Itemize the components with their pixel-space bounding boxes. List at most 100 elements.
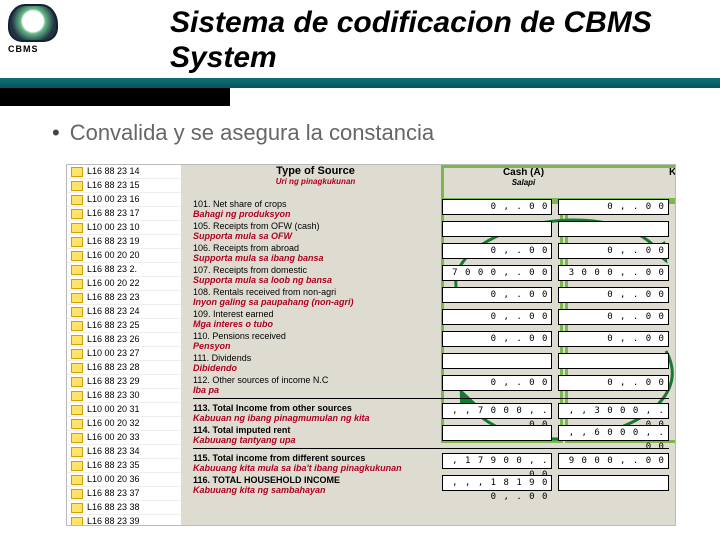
cash-input[interactable] <box>442 221 553 237</box>
kind-input[interactable]: 9 0 0 0 , . 0 0 <box>558 453 669 469</box>
file-icon <box>71 307 83 317</box>
file-list-item[interactable]: L16 88 23 30 <box>67 389 181 403</box>
file-id: L10 00 23 10 <box>87 223 140 232</box>
file-list-item[interactable]: L16 88 23 26 <box>67 333 181 347</box>
cash-input[interactable]: 0 , . 0 0 <box>442 287 553 303</box>
income-form: Type of Source Uri ng pinagkukunan Cash … <box>181 165 675 525</box>
cash-input[interactable]: 0 , . 0 0 <box>442 243 553 259</box>
income-row: 105. Receipts from OFW (cash)Supporta mu… <box>193 221 669 241</box>
kind-input[interactable] <box>558 221 669 237</box>
income-row: 107. Receipts from domesticSupporta mula… <box>193 265 669 285</box>
file-icon <box>71 377 83 387</box>
file-list-panel: L16 88 23 14 L16 88 23 15 L10 00 23 16 L16 … <box>67 165 182 525</box>
kind-input[interactable] <box>558 353 669 369</box>
file-icon <box>71 251 83 261</box>
cbms-logo: CBMS <box>8 4 56 60</box>
cash-input[interactable]: , , , 1 8 1 9 0 0 , . 0 0 <box>442 475 553 491</box>
kind-input[interactable]: , , 3 0 0 0 , . 0 0 <box>558 403 669 419</box>
file-list-item[interactable]: L16 88 23 29 <box>67 375 181 389</box>
header-black-bar <box>0 88 230 106</box>
kind-input[interactable]: 0 , . 0 0 <box>558 287 669 303</box>
file-id: L16 88 23 17 <box>87 209 140 218</box>
cash-input[interactable]: 0 , . 0 0 <box>442 199 553 215</box>
file-list-item[interactable]: L16 88 23 37 <box>67 487 181 501</box>
file-id: L16 88 23 38 <box>87 503 140 512</box>
row-label-tl: Kabuuang tantyang upa <box>193 435 436 445</box>
income-row: 115. Total income from different sources… <box>193 453 669 473</box>
file-id: L16 88 23 14 <box>87 167 140 176</box>
file-id: L10 00 23 16 <box>87 195 140 204</box>
cash-input[interactable]: 0 , . 0 0 <box>442 331 553 347</box>
row-label-tl: Pensyon <box>193 341 436 351</box>
income-row: 116. TOTAL HOUSEHOLD INCOMEKabuuang kita… <box>193 475 669 495</box>
cash-input[interactable]: 0 , . 0 0 <box>442 375 553 391</box>
income-row: 112. Other sources of income N.CIba pa0 … <box>193 375 669 395</box>
file-list-item[interactable]: L16 88 23 34 <box>67 445 181 459</box>
file-icon <box>71 335 83 345</box>
kind-input[interactable]: , , 6 0 0 0 , . 0 0 <box>558 425 669 441</box>
row-label-en: 105. Receipts from OFW (cash) <box>193 221 320 231</box>
file-id: L16 88 23 25 <box>87 321 140 330</box>
income-row: 110. Pensions receivedPensyon 0 , . 0 0 0 … <box>193 331 669 351</box>
file-list-item[interactable]: L16 88 23 25 <box>67 319 181 333</box>
file-list-item[interactable]: L10 00 23 10 <box>67 221 181 235</box>
file-list-item[interactable]: L16 00 20 33 <box>67 431 181 445</box>
file-list-item[interactable]: L16 88 23 19 <box>67 235 181 249</box>
kind-input[interactable]: 0 , . 0 0 <box>558 375 669 391</box>
file-icon <box>71 461 83 471</box>
row-label-en: 112. Other sources of income N.C <box>193 375 328 385</box>
kind-input[interactable]: 0 , . 0 0 <box>558 243 669 259</box>
kind-input[interactable]: 0 , . 0 0 <box>558 331 669 347</box>
income-row: 101. Net share of cropsBahagi ng produks… <box>193 199 669 219</box>
file-icon <box>71 419 83 429</box>
file-list-item[interactable]: L16 88 23 28 <box>67 361 181 375</box>
cash-input[interactable]: 0 , . 0 0 <box>442 309 553 325</box>
type-of-source-heading: Type of Source <box>193 165 438 177</box>
file-id: L10 00 20 31 <box>87 405 140 414</box>
file-id: L16 00 20 20 <box>87 251 140 260</box>
cash-input[interactable]: 7 0 0 0 , . 0 0 <box>442 265 553 281</box>
row-label-tl: Inyon galing sa paupahang (non-agri) <box>193 297 436 307</box>
file-list-item[interactable]: L16 88 23 2. <box>67 263 181 277</box>
cash-input[interactable]: , , 7 0 0 0 , . 0 0 <box>442 403 553 419</box>
file-list-item[interactable]: L16 88 23 38 <box>67 501 181 515</box>
kind-input[interactable]: 3 0 0 0 , . 0 0 <box>558 265 669 281</box>
kind-input[interactable]: 0 , . 0 0 <box>558 199 669 215</box>
file-list-item[interactable]: L10 00 23 27 <box>67 347 181 361</box>
cash-input[interactable]: , 1 7 9 0 0 , . 0 0 <box>442 453 553 469</box>
income-row: 106. Receipts from abroadSupporta mula s… <box>193 243 669 263</box>
file-list-item[interactable]: L10 00 20 31 <box>67 403 181 417</box>
cash-input[interactable] <box>442 353 553 369</box>
row-label-tl: Mga interes o tubo <box>193 319 436 329</box>
file-list-item[interactable]: L16 88 23 14 <box>67 165 181 179</box>
file-id: L10 00 23 27 <box>87 349 140 358</box>
file-id: L16 88 23 35 <box>87 461 140 470</box>
file-id: L16 00 20 33 <box>87 433 140 442</box>
cash-input[interactable] <box>442 425 553 441</box>
type-of-source-sub: Uri ng pinagkukunan <box>193 177 438 186</box>
file-list-item[interactable]: L16 00 20 22 <box>67 277 181 291</box>
row-label-tl: Dibidendo <box>193 363 436 373</box>
file-list-item[interactable]: L16 88 23 24 <box>67 305 181 319</box>
kind-input[interactable] <box>558 475 669 491</box>
file-list-item[interactable]: L16 88 23 17 <box>67 207 181 221</box>
bullet-text: •Convalida y se asegura la constancia <box>52 120 434 146</box>
file-id: L16 88 23 28 <box>87 363 140 372</box>
file-list-item[interactable]: L16 00 20 20 <box>67 249 181 263</box>
kind-input[interactable]: 0 , . 0 0 <box>558 309 669 325</box>
row-label-en: 107. Receipts from domestic <box>193 265 307 275</box>
file-list-item[interactable]: L16 88 23 39 <box>67 515 181 526</box>
income-row: 114. Total imputed rentKabuuang tantyang… <box>193 425 669 445</box>
file-icon <box>71 349 83 359</box>
file-list-item[interactable]: L16 00 20 32 <box>67 417 181 431</box>
row-label-tl: Supporta mula sa OFW <box>193 231 436 241</box>
file-list-item[interactable]: L16 88 23 35 <box>67 459 181 473</box>
file-list-item[interactable]: L16 88 23 15 <box>67 179 181 193</box>
row-label-tl: Supporta mula sa ibang bansa <box>193 253 436 263</box>
file-list-item[interactable]: L10 00 23 16 <box>67 193 181 207</box>
file-icon <box>71 405 83 415</box>
row-label-en: 110. Pensions received <box>193 331 286 341</box>
file-icon <box>71 223 83 233</box>
file-list-item[interactable]: L10 00 20 36 <box>67 473 181 487</box>
file-list-item[interactable]: L16 88 23 23 <box>67 291 181 305</box>
